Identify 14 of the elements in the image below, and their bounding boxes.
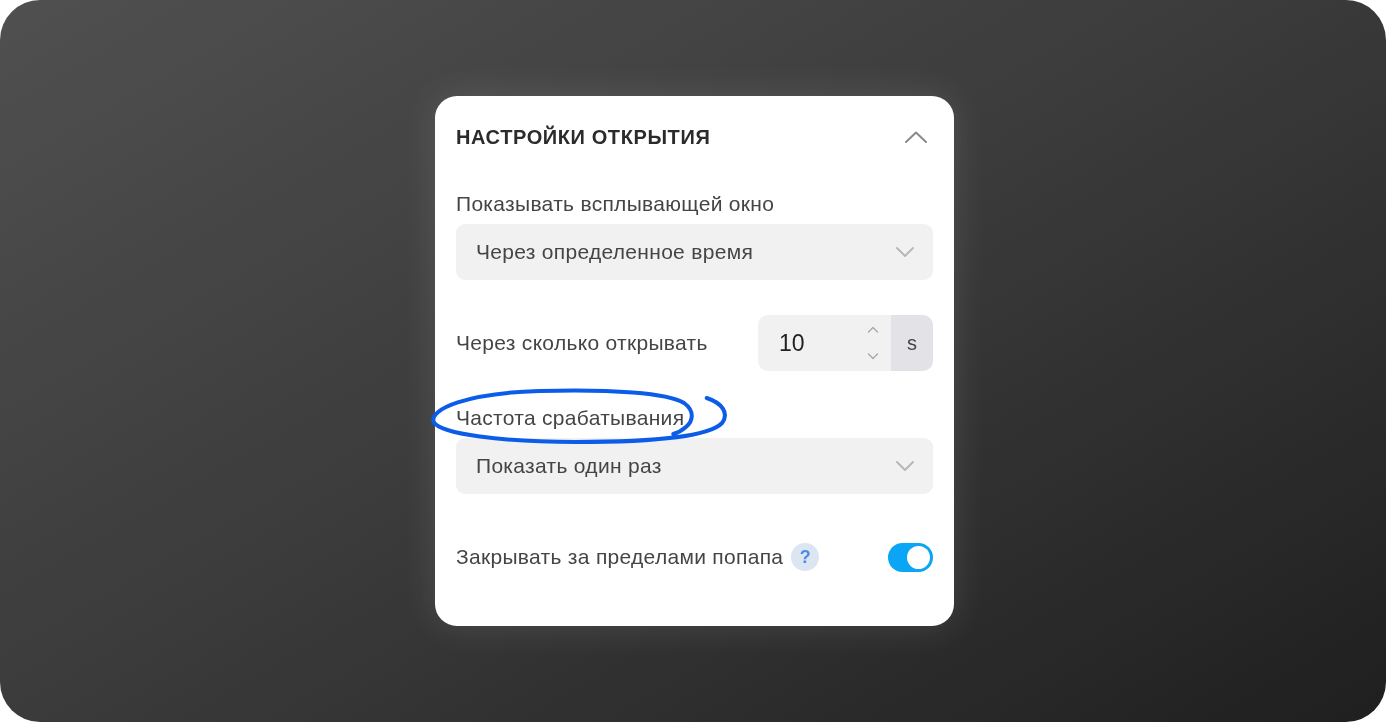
unit-addon: s <box>891 315 933 371</box>
chevron-down-icon <box>896 461 914 471</box>
spinner-icon[interactable] <box>867 326 879 360</box>
field-label: Показывать всплывающей окно <box>456 192 775 216</box>
field-label: Через сколько открывать <box>456 331 708 355</box>
dropdown[interactable]: Показать один раз <box>456 438 933 494</box>
section-title: НАСТРОЙКИ ОТКРЫТИЯ <box>456 125 711 149</box>
toggle-switch[interactable] <box>888 542 933 572</box>
chevron-down-icon <box>896 247 914 257</box>
field-label: Частота срабатывания <box>456 406 685 430</box>
chevron-up-icon[interactable] <box>905 131 927 143</box>
number-field[interactable]: 10 <box>758 315 891 371</box>
field-label: Закрывать за пределами попапа <box>456 545 784 569</box>
dropdown[interactable]: Через определенное время <box>456 224 933 280</box>
